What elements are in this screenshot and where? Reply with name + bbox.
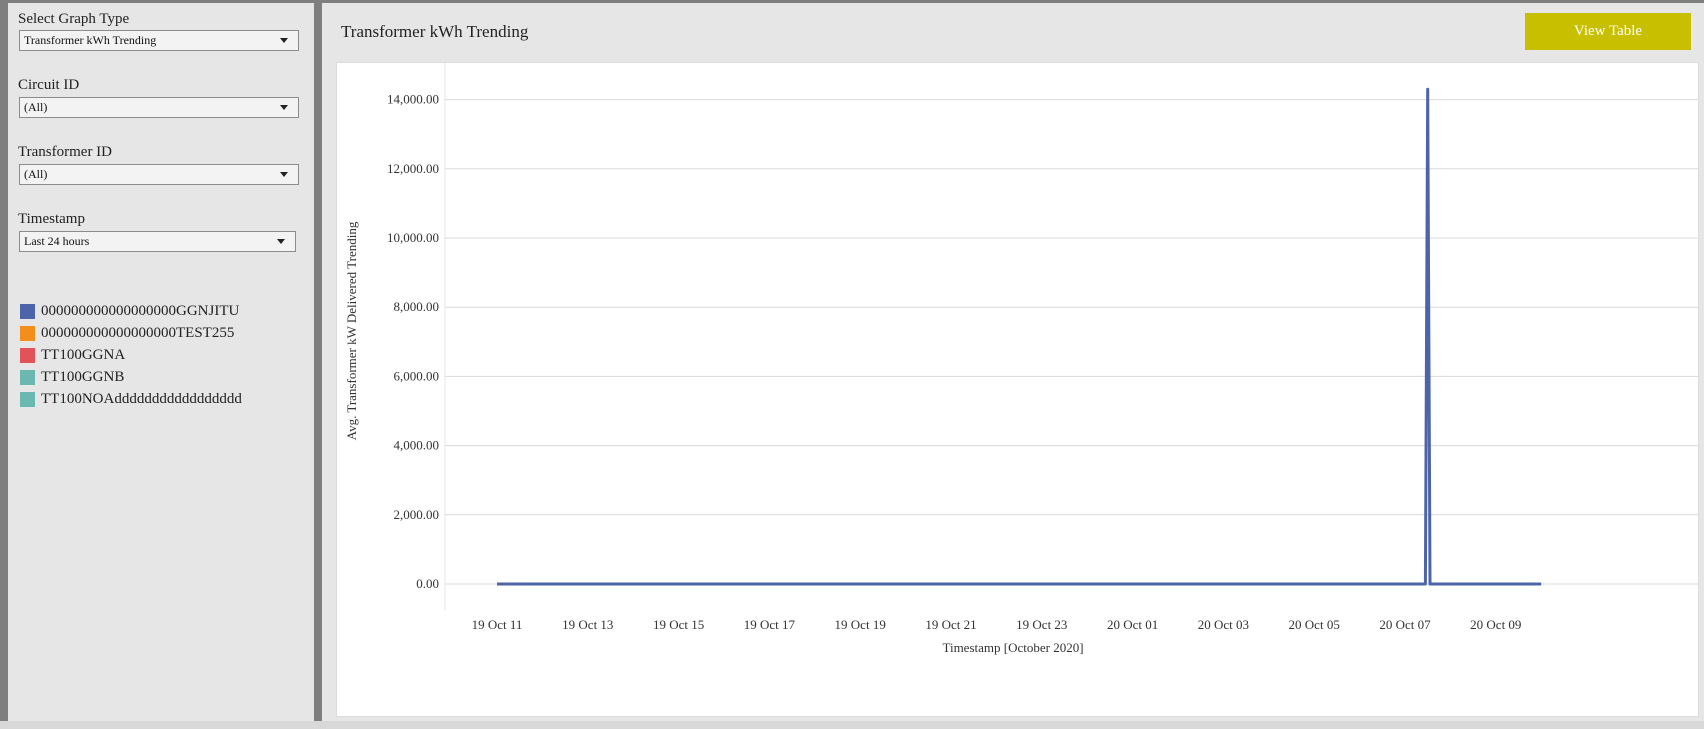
legend-item[interactable]: 000000000000000000TEST255 <box>20 322 242 344</box>
y-tick-label: 12,000.00 <box>387 161 439 176</box>
legend: 000000000000000000GGNJITU 00000000000000… <box>20 300 242 410</box>
chart-panel: 0.00 2,000.00 4,000.00 6,000.00 8,000.00 10,0… <box>336 62 1699 717</box>
x-axis-label: Timestamp [October 2020] <box>942 640 1083 655</box>
y-axis-label: Avg. Transformer kW Delivered Trending <box>344 221 359 440</box>
series-line[interactable] <box>497 87 1542 586</box>
x-tick-label: 19 Oct 13 <box>562 617 613 632</box>
circuit-id-label: Circuit ID <box>18 77 80 93</box>
x-tick-label: 20 Oct 07 <box>1379 617 1431 632</box>
x-tick-label: 19 Oct 11 <box>472 617 523 632</box>
x-tick-label: 20 Oct 01 <box>1107 617 1158 632</box>
legend-label: TT100NOAddddddddddddddddd <box>41 390 242 407</box>
view-table-button[interactable]: View Table <box>1525 13 1691 50</box>
main-panel: Transformer kWh Trending View Table 0.00… <box>322 3 1704 721</box>
circuit-id-value: (All) <box>24 100 48 114</box>
y-tick-label: 8,000.00 <box>394 299 440 314</box>
legend-swatch <box>20 303 35 319</box>
legend-label: TT100GGNB <box>41 368 125 385</box>
legend-label: 000000000000000000TEST255 <box>41 324 235 341</box>
y-tick-label: 4,000.00 <box>394 438 440 453</box>
graph-type-select[interactable]: Transformer kWh Trending <box>19 30 299 51</box>
timestamp-label: Timestamp <box>18 211 85 227</box>
x-tick-label: 20 Oct 05 <box>1289 617 1340 632</box>
transformer-id-select[interactable]: (All) <box>19 164 299 185</box>
y-tick-label: 0.00 <box>416 576 439 591</box>
x-tick-label: 19 Oct 21 <box>925 617 976 632</box>
x-tick-label: 19 Oct 17 <box>744 617 796 632</box>
transformer-id-value: (All) <box>24 167 48 181</box>
bottom-strip <box>0 721 1704 729</box>
legend-item[interactable]: TT100GGNB <box>20 366 242 388</box>
page-title: Transformer kWh Trending <box>341 22 529 41</box>
legend-swatch <box>20 391 35 407</box>
chevron-down-icon <box>280 172 288 177</box>
timestamp-value: Last 24 hours <box>24 234 90 248</box>
graph-type-value: Transformer kWh Trending <box>24 33 157 47</box>
chevron-down-icon <box>280 105 288 110</box>
circuit-id-select[interactable]: (All) <box>19 97 299 118</box>
legend-swatch <box>20 347 35 363</box>
y-tick-label: 6,000.00 <box>394 368 440 383</box>
legend-swatch <box>20 369 35 385</box>
y-tick-label: 10,000.00 <box>387 230 439 245</box>
trend-chart: 0.00 2,000.00 4,000.00 6,000.00 8,000.00 10,0… <box>344 63 1698 655</box>
graph-type-label: Select Graph Type <box>18 11 130 27</box>
x-tick-label: 20 Oct 03 <box>1198 617 1249 632</box>
y-tick-label: 14,000.00 <box>387 92 439 107</box>
legend-item[interactable]: TT100GGNA <box>20 344 242 366</box>
timestamp-select[interactable]: Last 24 hours <box>19 231 296 252</box>
x-tick-label: 20 Oct 09 <box>1470 617 1521 632</box>
chevron-down-icon <box>277 239 285 244</box>
x-tick-label: 19 Oct 19 <box>835 617 886 632</box>
legend-swatch <box>20 325 35 341</box>
transformer-id-label: Transformer ID <box>18 144 113 160</box>
x-tick-label: 19 Oct 15 <box>653 617 704 632</box>
legend-item[interactable]: 000000000000000000GGNJITU <box>20 300 242 322</box>
y-tick-label: 2,000.00 <box>394 507 440 522</box>
legend-item[interactable]: TT100NOAddddddddddddddddd <box>20 388 242 410</box>
filters-panel: Select Graph Type Transformer kWh Trendi… <box>8 3 314 721</box>
legend-label: 000000000000000000GGNJITU <box>41 302 240 319</box>
chevron-down-icon <box>280 38 288 43</box>
x-tick-label: 19 Oct 23 <box>1016 617 1067 632</box>
legend-label: TT100GGNA <box>41 346 126 363</box>
